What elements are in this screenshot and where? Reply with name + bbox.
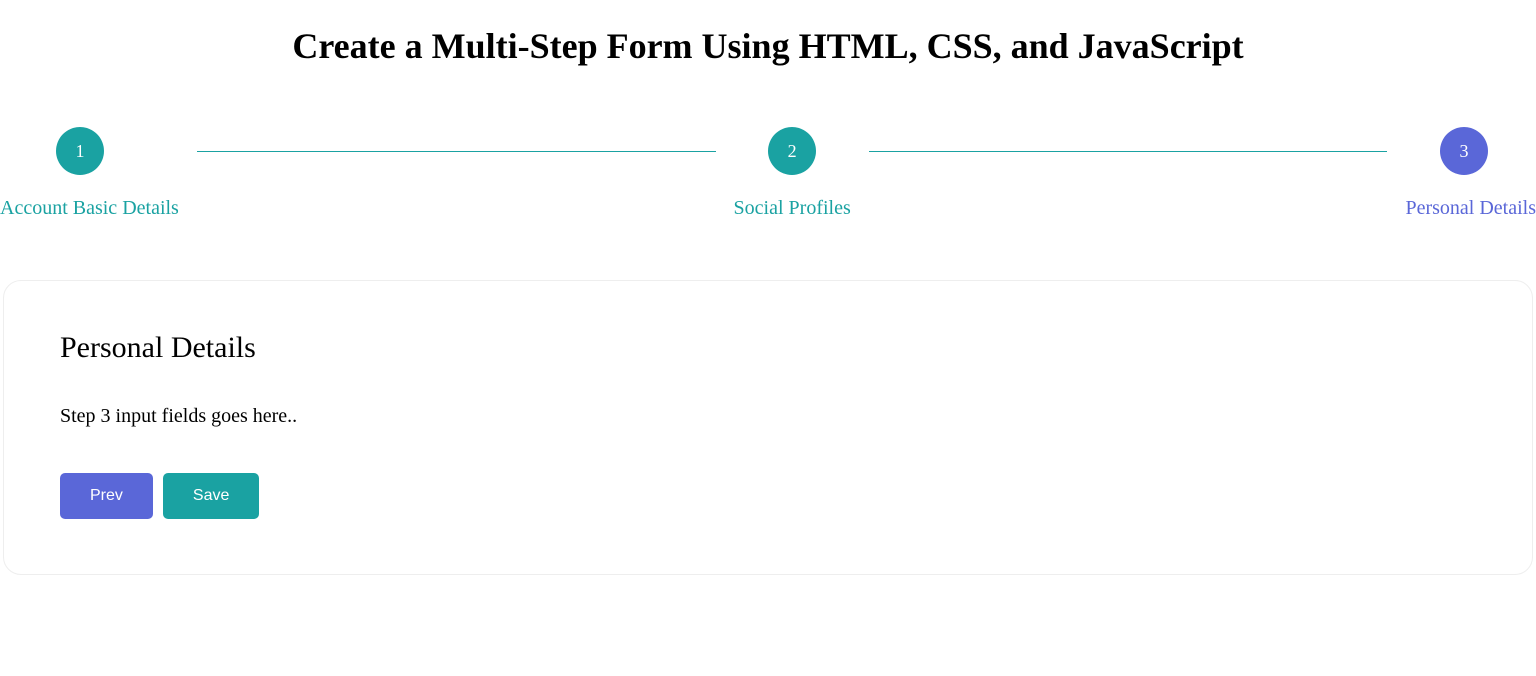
step-social-profiles[interactable]: 2 Social Profiles — [734, 127, 851, 220]
step-number-3: 3 — [1440, 127, 1488, 175]
card-heading: Personal Details — [60, 331, 1476, 365]
stepper-connector — [197, 151, 716, 152]
page-title: Create a Multi-Step Form Using HTML, CSS… — [0, 25, 1536, 67]
save-button[interactable]: Save — [163, 473, 259, 519]
step-label-2: Social Profiles — [734, 197, 851, 220]
step-label-3: Personal Details — [1405, 197, 1536, 220]
step-number-2: 2 — [768, 127, 816, 175]
step-personal-details[interactable]: 3 Personal Details — [1405, 127, 1536, 220]
step-number-1: 1 — [56, 127, 104, 175]
prev-button[interactable]: Prev — [60, 473, 153, 519]
button-row: Prev Save — [60, 473, 1476, 519]
step-label-1: Account Basic Details — [0, 197, 179, 220]
stepper: 1 Account Basic Details 2 Social Profile… — [0, 127, 1536, 220]
stepper-connector — [869, 151, 1388, 152]
card-body-text: Step 3 input fields goes here.. — [60, 405, 1476, 428]
step-account-basic-details[interactable]: 1 Account Basic Details — [0, 127, 179, 220]
form-step-card: Personal Details Step 3 input fields goe… — [3, 280, 1533, 575]
